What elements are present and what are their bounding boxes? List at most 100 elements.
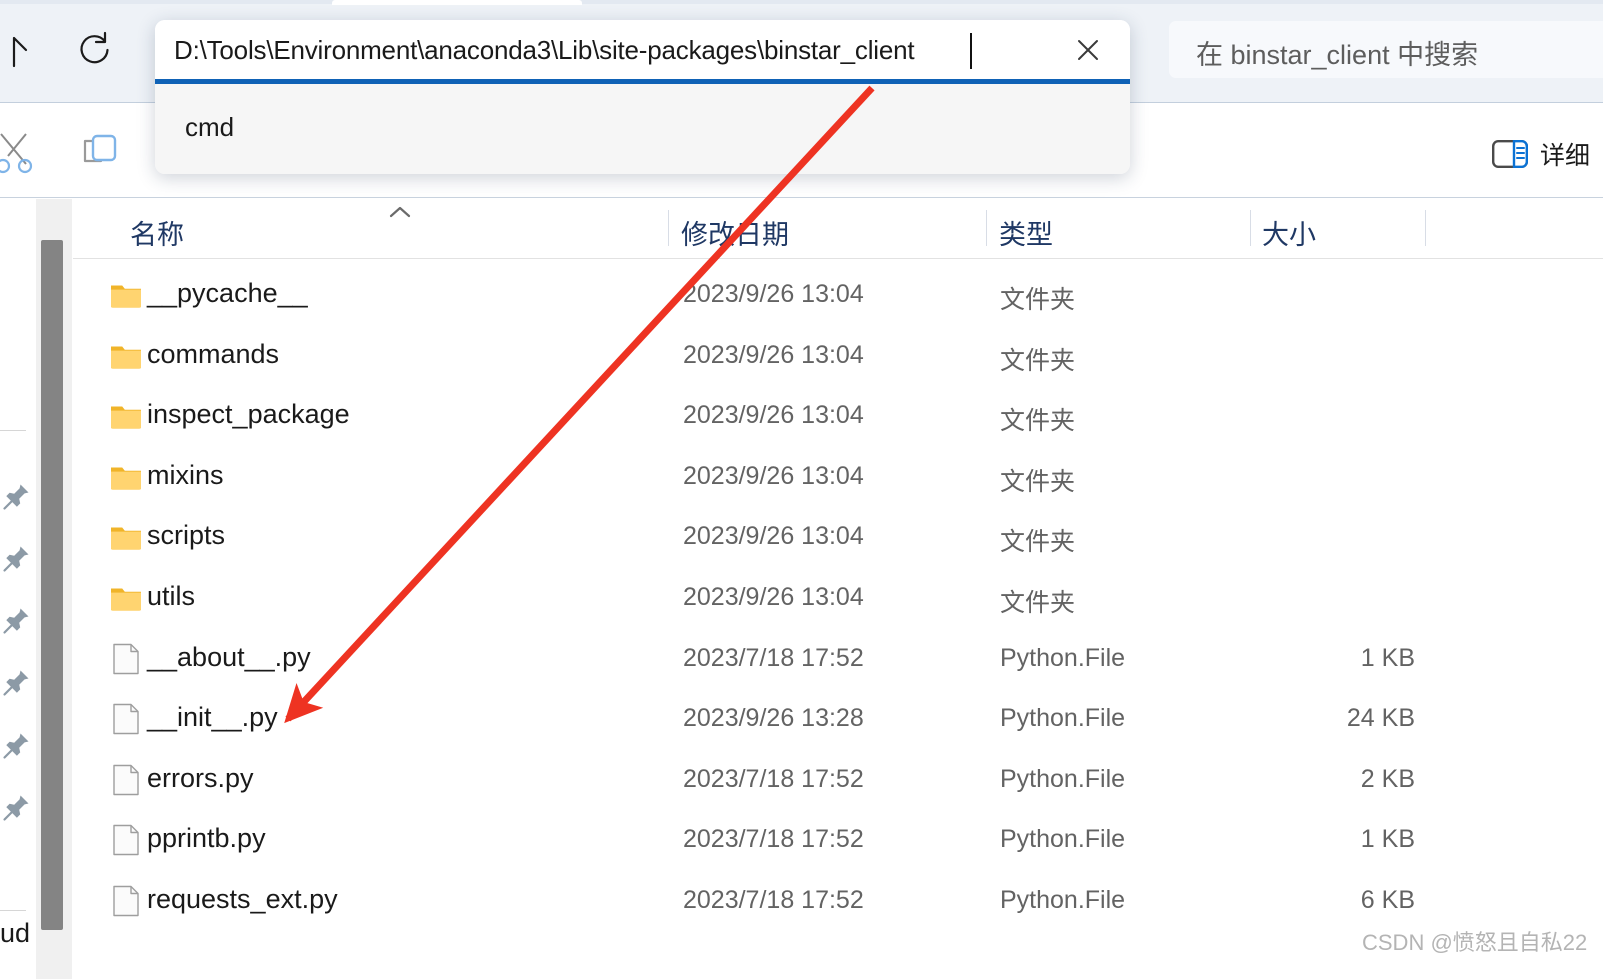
column-divider[interactable] [1425, 210, 1426, 246]
address-bar[interactable]: D:\Tools\Environment\anaconda3\Lib\site-… [155, 20, 1130, 174]
suggestion-item-cmd[interactable]: cmd [185, 112, 234, 143]
file-date: 2023/7/18 17:52 [683, 764, 864, 793]
table-row[interactable]: __pycache__ 2023/9/26 13:04 文件夹 [73, 266, 1603, 327]
navigation-sidebar[interactable] [0, 198, 37, 979]
file-name: scripts [147, 520, 226, 551]
column-divider[interactable] [1250, 210, 1251, 246]
file-date: 2023/7/18 17:52 [683, 886, 864, 914]
copy-icon[interactable] [78, 130, 122, 174]
file-size: 24 KB [1346, 704, 1415, 733]
details-pane-label: 详细 [1540, 142, 1591, 170]
column-divider[interactable] [986, 210, 987, 246]
address-input[interactable]: D:\Tools\Environment\anaconda3\Lib\site-… [174, 35, 915, 66]
file-type: 文件夹 [1000, 467, 1076, 496]
pin-icon[interactable] [2, 605, 32, 635]
vertical-scrollbar[interactable] [36, 199, 72, 979]
table-row[interactable]: mixins 2023/9/26 13:04 文件夹 [73, 448, 1603, 509]
pin-icon[interactable] [2, 481, 32, 511]
column-header-date-modified[interactable]: 修改日期 [681, 213, 789, 252]
file-size: 2 KB [1360, 764, 1415, 793]
search-placeholder: 在 binstar_client 中搜索 [1196, 40, 1479, 70]
table-row[interactable]: requests_ext.py 2023/7/18 17:52 Python.Fil… [73, 872, 1603, 933]
pin-icon[interactable] [2, 667, 32, 697]
file-date: 2023/9/26 13:04 [683, 461, 864, 490]
search-input[interactable]: 在 binstar_client 中搜索 [1169, 21, 1603, 78]
address-suggestion-list: cmd [155, 84, 1130, 174]
file-type: Python.File [1000, 764, 1126, 793]
pin-icon[interactable] [2, 792, 32, 822]
column-divider[interactable] [668, 210, 669, 246]
pin-icon[interactable] [2, 730, 32, 760]
file-list-pane: 名称 修改日期 类型 大小 __pycache__ 2023/9/26 13:04… [73, 198, 1603, 979]
file-date: 2023/9/26 13:04 [683, 401, 864, 430]
file-icon [109, 702, 143, 736]
file-icon [109, 642, 143, 676]
table-row[interactable]: errors.py 2023/7/18 17:52 Python.File 2 KB [73, 751, 1603, 812]
file-date: 2023/9/26 13:04 [683, 280, 864, 308]
table-row[interactable]: inspect_package 2023/9/26 13:04 文件夹 [73, 387, 1603, 448]
file-date: 2023/9/26 13:04 [683, 340, 864, 369]
file-date: 2023/7/18 17:52 [683, 825, 864, 854]
toolbar-top-edge [0, 0, 1603, 4]
file-type: Python.File [1000, 886, 1126, 914]
sidebar-divider [0, 910, 26, 911]
file-name: __about__.py [147, 641, 311, 672]
table-row[interactable]: scripts 2023/9/26 13:04 文件夹 [73, 508, 1603, 569]
folder-icon [109, 581, 143, 615]
address-input-row[interactable]: D:\Tools\Environment\anaconda3\Lib\site-… [155, 20, 1130, 79]
chevron-up-icon [388, 204, 412, 220]
file-type: Python.File [1000, 825, 1126, 854]
sidebar-divider [0, 430, 26, 431]
file-date: 2023/9/26 13:04 [683, 583, 864, 611]
table-row[interactable]: __about__.py 2023/7/18 17:52 Python.File 1 … [73, 630, 1603, 691]
up-arrow-icon[interactable] [0, 26, 38, 74]
sidebar-bottom-label: ud [0, 918, 31, 948]
folder-icon [109, 520, 143, 554]
csdn-watermark: CSDN @愤怒且自私22 [1362, 930, 1588, 955]
text-caret [970, 33, 972, 69]
pin-icon[interactable] [2, 543, 32, 573]
file-type: Python.File [1000, 643, 1126, 672]
column-header-name[interactable]: 名称 [130, 213, 184, 252]
file-type: 文件夹 [1000, 286, 1076, 314]
table-row[interactable]: pprintb.py 2023/7/18 17:52 Python.File 1 KB [73, 811, 1603, 872]
file-size: 1 KB [1360, 825, 1415, 854]
details-pane-toggle[interactable]: 详细 [1492, 136, 1590, 172]
file-name: errors.py [147, 762, 254, 793]
column-header-type[interactable]: 类型 [999, 213, 1053, 252]
folder-icon [109, 399, 143, 433]
file-name: utils [147, 581, 196, 611]
folder-icon [109, 339, 143, 373]
file-type: 文件夹 [1000, 528, 1076, 557]
column-header-size[interactable]: 大小 [1262, 213, 1316, 252]
scrollbar-thumb[interactable] [41, 240, 63, 930]
file-date: 2023/9/26 13:28 [683, 704, 864, 733]
table-row[interactable]: commands 2023/9/26 13:04 文件夹 [73, 327, 1603, 388]
file-icon [109, 823, 143, 857]
file-date: 2023/9/26 13:04 [683, 522, 864, 551]
file-name: mixins [147, 459, 224, 490]
file-name: requests_ext.py [147, 884, 338, 914]
file-type: 文件夹 [1000, 346, 1076, 375]
refresh-icon[interactable] [72, 28, 116, 72]
folder-icon [109, 278, 143, 312]
file-icon [109, 884, 143, 918]
file-type: 文件夹 [1000, 407, 1076, 436]
file-date: 2023/7/18 17:52 [683, 643, 864, 672]
table-row[interactable]: __init__.py 2023/9/26 13:28 Python.File 24 … [73, 690, 1603, 751]
file-size: 1 KB [1360, 643, 1415, 672]
file-type: 文件夹 [1000, 589, 1076, 617]
cut-icon[interactable] [0, 128, 38, 174]
details-pane-icon [1492, 139, 1528, 169]
column-header-row: 名称 修改日期 类型 大小 [73, 198, 1603, 259]
file-size: 6 KB [1360, 886, 1415, 914]
file-icon [109, 763, 143, 797]
table-row[interactable]: utils 2023/9/26 13:04 文件夹 [73, 569, 1603, 630]
file-name: pprintb.py [147, 823, 266, 854]
file-name: inspect_package [147, 399, 350, 430]
file-name: __pycache__ [147, 278, 308, 308]
folder-icon [109, 460, 143, 494]
file-name: __init__.py [147, 702, 278, 733]
active-tab-nub[interactable] [332, 0, 582, 5]
close-icon[interactable] [1073, 35, 1103, 65]
